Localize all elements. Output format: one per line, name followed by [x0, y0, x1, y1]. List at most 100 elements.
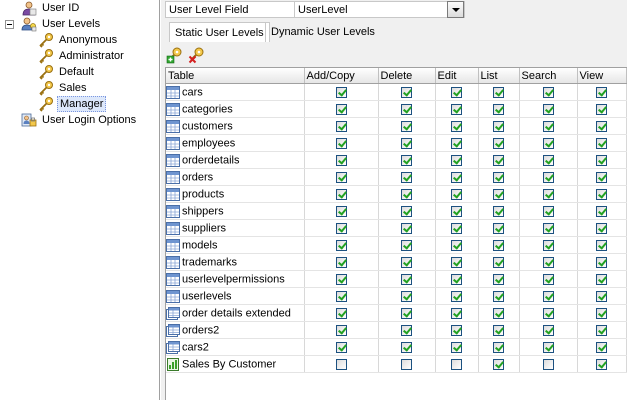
chevron-down-icon[interactable] — [447, 1, 464, 18]
edit-checkbox[interactable] — [451, 324, 462, 336]
tree-item-user-levels[interactable]: User Levels — [21, 16, 102, 32]
add-copy-checkbox[interactable] — [335, 239, 347, 251]
view-checkbox[interactable] — [596, 239, 607, 251]
table-row[interactable]: trademarks — [166, 253, 627, 271]
search-checkbox[interactable] — [542, 137, 554, 149]
list-checkbox[interactable] — [493, 222, 504, 234]
table-row[interactable]: categories — [166, 100, 627, 118]
list-checkbox[interactable] — [493, 154, 504, 166]
delete-checkbox[interactable] — [401, 137, 412, 149]
column-header-view[interactable]: View — [577, 68, 627, 84]
add-copy-checkbox[interactable] — [335, 188, 347, 200]
tree-item-user-id[interactable]: User ID — [21, 0, 81, 16]
list-checkbox[interactable] — [493, 290, 504, 302]
search-checkbox[interactable] — [542, 188, 554, 200]
list-checkbox[interactable] — [493, 307, 504, 319]
view-checkbox[interactable] — [596, 341, 607, 353]
add-copy-checkbox[interactable] — [335, 324, 347, 336]
tab-static-user-levels[interactable]: Static User Levels — [169, 22, 270, 42]
edit-checkbox[interactable] — [451, 103, 462, 115]
list-checkbox[interactable] — [493, 205, 504, 217]
edit-checkbox[interactable] — [451, 222, 462, 234]
column-header-edit[interactable]: Edit — [435, 68, 479, 84]
column-header-table[interactable]: Table — [166, 68, 305, 84]
table-row[interactable]: suppliers — [166, 219, 627, 237]
delete-checkbox[interactable] — [401, 256, 412, 268]
add-copy-checkbox[interactable] — [335, 256, 347, 268]
add-copy-checkbox[interactable] — [335, 273, 347, 285]
view-checkbox[interactable] — [596, 222, 607, 234]
search-checkbox[interactable] — [542, 341, 554, 353]
table-row[interactable]: userlevels — [166, 287, 627, 305]
list-checkbox[interactable] — [493, 188, 504, 200]
search-checkbox[interactable] — [542, 307, 554, 319]
table-row[interactable]: products — [166, 185, 627, 203]
add-copy-checkbox[interactable] — [335, 103, 347, 115]
delete-checkbox[interactable] — [401, 205, 412, 217]
delete-checkbox[interactable] — [401, 103, 412, 115]
list-checkbox[interactable] — [493, 86, 504, 98]
table-row[interactable]: models — [166, 236, 627, 254]
add-copy-checkbox[interactable] — [335, 120, 347, 132]
search-checkbox[interactable] — [542, 222, 554, 234]
user-level-field-select[interactable]: UserLevel — [295, 1, 465, 18]
search-checkbox[interactable] — [542, 239, 554, 251]
list-checkbox[interactable] — [493, 171, 504, 183]
edit-checkbox[interactable] — [451, 86, 462, 98]
search-checkbox[interactable] — [542, 154, 554, 166]
table-row[interactable]: orderdetails — [166, 151, 627, 169]
delete-checkbox[interactable] — [401, 154, 412, 166]
table-row[interactable]: shippers — [166, 202, 627, 220]
tree-item-default[interactable]: Default — [38, 64, 96, 80]
search-checkbox[interactable] — [542, 103, 554, 115]
list-checkbox[interactable] — [493, 103, 504, 115]
edit-checkbox[interactable] — [451, 256, 462, 268]
edit-checkbox[interactable] — [451, 239, 462, 251]
view-checkbox[interactable] — [596, 290, 607, 302]
edit-checkbox[interactable] — [451, 171, 462, 183]
tree-item-manager[interactable]: Manager — [38, 96, 107, 112]
tree-item-administrator[interactable]: Administrator — [38, 48, 126, 64]
search-checkbox[interactable] — [542, 256, 554, 268]
list-checkbox[interactable] — [493, 273, 504, 285]
add-icon[interactable] — [166, 46, 184, 64]
delete-checkbox[interactable] — [401, 273, 412, 285]
delete-checkbox[interactable] — [401, 307, 412, 319]
table-row[interactable]: orders — [166, 168, 627, 186]
view-checkbox[interactable] — [596, 307, 607, 319]
view-checkbox[interactable] — [596, 120, 607, 132]
search-checkbox[interactable] — [542, 358, 554, 370]
edit-checkbox[interactable] — [451, 341, 462, 353]
list-checkbox[interactable] — [493, 137, 504, 149]
collapse-icon[interactable] — [5, 20, 14, 29]
view-checkbox[interactable] — [596, 86, 607, 98]
table-row[interactable]: cars — [166, 83, 627, 101]
delete-checkbox[interactable] — [401, 358, 412, 370]
add-copy-checkbox[interactable] — [335, 358, 347, 370]
view-checkbox[interactable] — [596, 205, 607, 217]
list-checkbox[interactable] — [493, 341, 504, 353]
edit-checkbox[interactable] — [451, 358, 462, 370]
search-checkbox[interactable] — [542, 324, 554, 336]
add-copy-checkbox[interactable] — [335, 290, 347, 302]
view-checkbox[interactable] — [596, 256, 607, 268]
view-checkbox[interactable] — [596, 137, 607, 149]
column-header-search[interactable]: Search — [519, 68, 578, 84]
delete-checkbox[interactable] — [401, 120, 412, 132]
add-copy-checkbox[interactable] — [335, 171, 347, 183]
table-row[interactable]: employees — [166, 134, 627, 152]
view-checkbox[interactable] — [596, 154, 607, 166]
edit-checkbox[interactable] — [451, 154, 462, 166]
delete-checkbox[interactable] — [401, 171, 412, 183]
table-row[interactable]: order details extended — [166, 304, 627, 322]
delete-checkbox[interactable] — [401, 290, 412, 302]
view-checkbox[interactable] — [596, 188, 607, 200]
search-checkbox[interactable] — [542, 171, 554, 183]
tab-dynamic-user-levels[interactable]: Dynamic User Levels — [265, 22, 380, 42]
edit-checkbox[interactable] — [451, 290, 462, 302]
add-copy-checkbox[interactable] — [335, 154, 347, 166]
add-copy-checkbox[interactable] — [335, 137, 347, 149]
add-copy-checkbox[interactable] — [335, 205, 347, 217]
search-checkbox[interactable] — [542, 273, 554, 285]
view-checkbox[interactable] — [596, 103, 607, 115]
